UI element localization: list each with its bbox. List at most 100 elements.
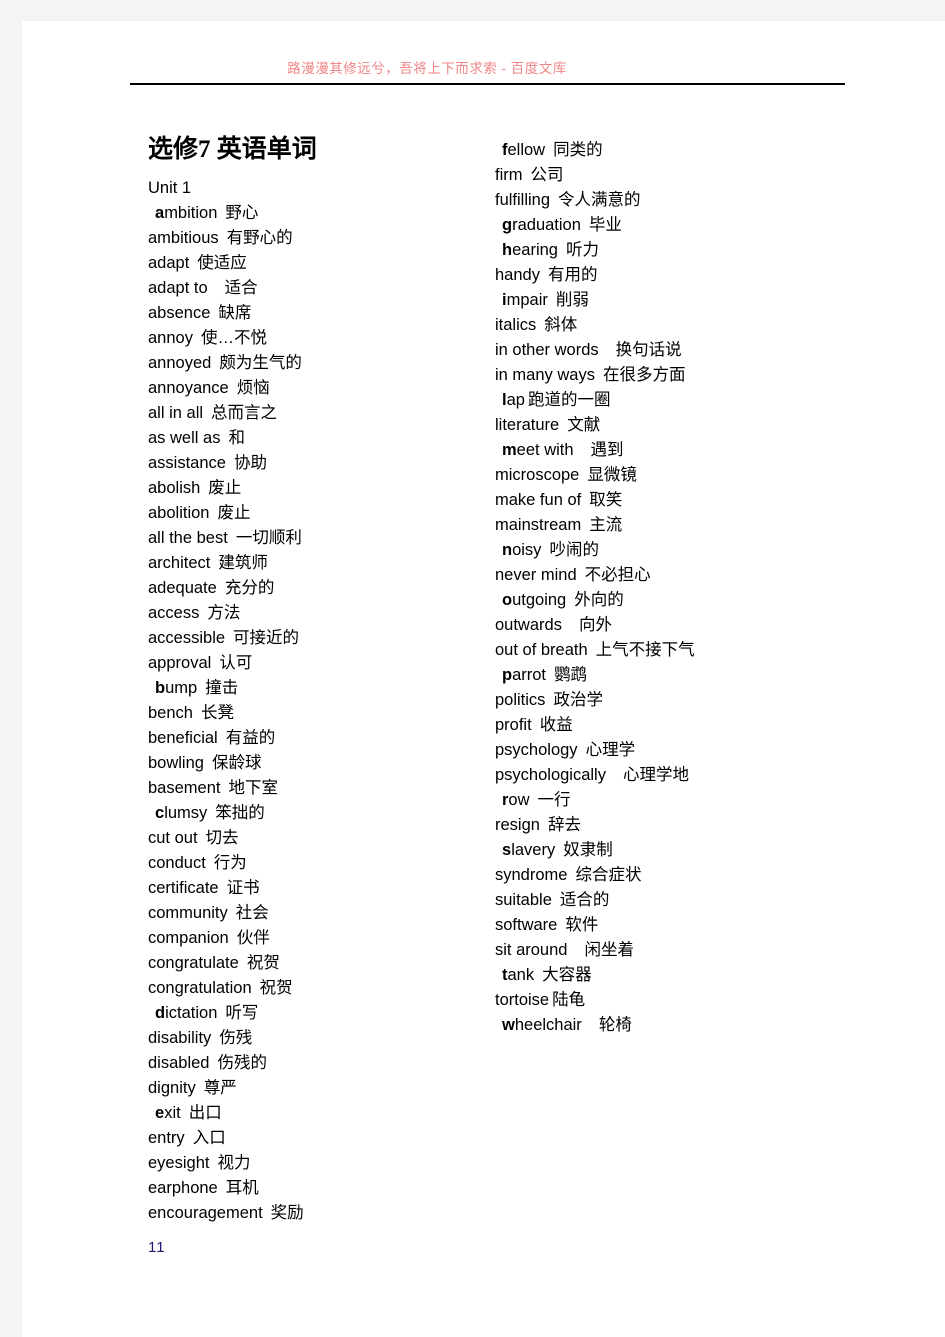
- vocabulary-term: outwards: [495, 616, 562, 634]
- document-page: 路漫漫其修远兮，吾将上下而求索 - 百度文库 选修7 英语单词 Unit 1 a…: [22, 21, 945, 1337]
- vocabulary-entry: handy 有用的: [495, 263, 855, 288]
- vocabulary-entry: congratulate 祝贺: [148, 951, 478, 976]
- vocabulary-definition: 遇到: [590, 441, 624, 459]
- vocabulary-entry: encouragement 奖励: [148, 1201, 478, 1226]
- vocabulary-entry: fulfilling 令人满意的: [495, 188, 855, 213]
- vocabulary-term: clumsy: [155, 804, 208, 822]
- vocabulary-term: approval: [148, 654, 212, 672]
- vocabulary-entry: psychologically 心理学地: [495, 763, 855, 788]
- vocabulary-term: annoyance: [148, 379, 229, 397]
- vocabulary-term: basement: [148, 779, 221, 797]
- vocabulary-entry: adapt 使适应: [148, 251, 478, 276]
- vocabulary-term: congratulate: [148, 954, 239, 972]
- vocabulary-entry: annoy 使…不悦: [148, 326, 478, 351]
- vocabulary-definition: 入口: [192, 1129, 226, 1147]
- vocabulary-definition: 有益的: [225, 729, 276, 747]
- vocabulary-term: annoyed: [148, 354, 212, 372]
- vocabulary-definition: 公司: [530, 166, 564, 184]
- vocabulary-definition: 毕业: [588, 216, 622, 234]
- vocabulary-entry: abolish 废止: [148, 476, 478, 501]
- vocabulary-term: lap: [502, 391, 525, 409]
- vocabulary-entry: microscope 显微镜: [495, 463, 855, 488]
- vocabulary-term: earphone: [148, 1179, 218, 1197]
- vocabulary-definition: 切去: [205, 829, 239, 847]
- vocabulary-definition: 颇为生气的: [219, 354, 302, 372]
- vocabulary-definition: 缺席: [218, 304, 252, 322]
- vocabulary-entry: access 方法: [148, 601, 478, 626]
- vocabulary-definition: 上气不接下气: [595, 641, 695, 659]
- vocabulary-term: psychologically: [495, 766, 606, 784]
- vocabulary-entry: ambition 野心: [148, 201, 478, 226]
- vocabulary-entry: in other words 换句话说: [495, 338, 855, 363]
- vocabulary-term: firm: [495, 166, 523, 184]
- vocabulary-entry: make fun of 取笑: [495, 488, 855, 513]
- vocabulary-entry: profit 收益: [495, 713, 855, 738]
- vocabulary-definition: 使…不悦: [200, 329, 267, 347]
- vocabulary-term: cut out: [148, 829, 198, 847]
- vocabulary-term: profit: [495, 716, 532, 734]
- vocabulary-definition: 换句话说: [615, 341, 682, 359]
- vocabulary-entry: all in all 总而言之: [148, 401, 478, 426]
- vocabulary-term: absence: [148, 304, 211, 322]
- vocabulary-entry: dictation 听写: [148, 1001, 478, 1026]
- vocabulary-definition: 向外: [578, 616, 612, 634]
- vocabulary-term: politics: [495, 691, 546, 709]
- vocabulary-term: literature: [495, 416, 560, 434]
- vocabulary-definition: 取笑: [589, 491, 623, 509]
- vocabulary-term: software: [495, 916, 558, 934]
- vocabulary-definition: 使适应: [197, 254, 247, 272]
- vocabulary-term: suitable: [495, 891, 552, 909]
- vocabulary-definition: 烦恼: [236, 379, 270, 397]
- vocabulary-definition: 撞击: [205, 679, 239, 697]
- vocabulary-entry: beneficial 有益的: [148, 726, 478, 751]
- vocabulary-term: italics: [495, 316, 537, 334]
- vocabulary-entry: exit 出口: [148, 1101, 478, 1126]
- vocabulary-term: abolish: [148, 479, 201, 497]
- vocabulary-entry: conduct 行为: [148, 851, 478, 876]
- vocabulary-entry: sit around 闲坐着: [495, 938, 855, 963]
- vocabulary-term: abolition: [148, 504, 210, 522]
- vocabulary-definition: 一行: [537, 791, 571, 809]
- vocabulary-term: resign: [495, 816, 540, 834]
- vocabulary-definition: 保龄球: [211, 754, 262, 772]
- vocabulary-term: in other words: [495, 341, 599, 359]
- vocabulary-entry: dignity 尊严: [148, 1076, 478, 1101]
- vocabulary-definition: 长凳: [200, 704, 234, 722]
- vocabulary-entry: meet with 遇到: [495, 438, 855, 463]
- vocabulary-term: assistance: [148, 454, 226, 472]
- vocabulary-entry: clumsy 笨拙的: [148, 801, 478, 826]
- vocabulary-entry: noisy 吵闹的: [495, 538, 855, 563]
- vocabulary-definition: 外向的: [574, 591, 624, 609]
- vocabulary-term: entry: [148, 1129, 185, 1147]
- vocabulary-term: as well as: [148, 429, 221, 447]
- vocabulary-term: bench: [148, 704, 193, 722]
- vocabulary-entry: fellow 同类的: [495, 138, 855, 163]
- vocabulary-term: bump: [155, 679, 198, 697]
- vocabulary-definition: 同类的: [553, 141, 603, 159]
- vocabulary-term: microscope: [495, 466, 580, 484]
- vocabulary-term: mainstream: [495, 516, 582, 534]
- baidu-wenku-watermark: 路漫漫其修远兮，吾将上下而求索 - 百度文库: [287, 61, 567, 76]
- vocabulary-entry: out of breath 上气不接下气: [495, 638, 855, 663]
- vocabulary-entry: annoyance 烦恼: [148, 376, 478, 401]
- vocabulary-definition: 大容器: [542, 966, 592, 984]
- vocabulary-entry: abolition 废止: [148, 501, 478, 526]
- vocabulary-term: all the best: [148, 529, 228, 547]
- vocabulary-entry: annoyed 颇为生气的: [148, 351, 478, 376]
- vocabulary-definition: 有野心的: [226, 229, 293, 247]
- vocabulary-term: bowling: [148, 754, 204, 772]
- vocabulary-definition: 闲坐着: [584, 941, 634, 959]
- vocabulary-term: hearing: [502, 241, 558, 259]
- vocabulary-entry: parrot 鹦鹉: [495, 663, 855, 688]
- vocabulary-term: access: [148, 604, 200, 622]
- vocabulary-term: encouragement: [148, 1204, 263, 1222]
- vocabulary-definition: 可接近的: [233, 629, 300, 647]
- vocabulary-definition: 辞去: [547, 816, 581, 834]
- vocabulary-definition: 鹦鹉: [554, 666, 588, 684]
- vocabulary-definition: 行为: [213, 854, 247, 872]
- vocabulary-entry: accessible 可接近的: [148, 626, 478, 651]
- vocabulary-term: noisy: [502, 541, 542, 559]
- vocabulary-entry: tank 大容器: [495, 963, 855, 988]
- vocabulary-term: tortoise: [495, 991, 550, 1009]
- vocabulary-entry: eyesight 视力: [148, 1151, 478, 1176]
